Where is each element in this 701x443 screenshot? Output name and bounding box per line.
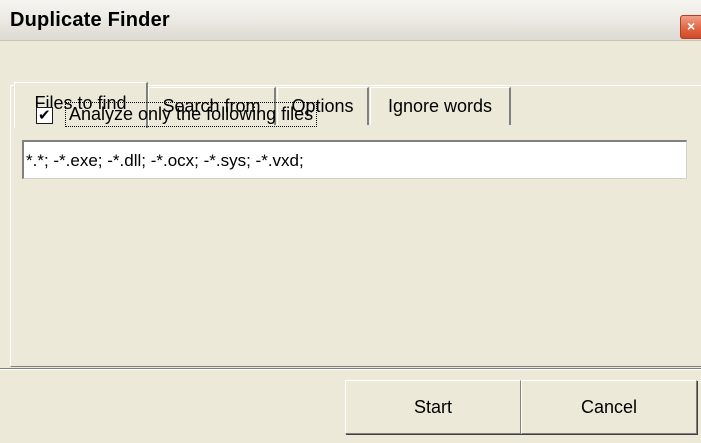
analyze-only-checkbox[interactable]: ✔	[36, 106, 53, 124]
start-button[interactable]: Start	[345, 380, 521, 434]
cancel-button[interactable]: Cancel	[521, 380, 697, 434]
analyze-only-label[interactable]: Analyze only the following files	[65, 102, 318, 127]
window-title: Duplicate Finder	[10, 9, 170, 31]
close-icon: ×	[687, 18, 696, 34]
checkmark-icon: ✔	[38, 106, 51, 124]
title-bar[interactable]: Duplicate Finder ×	[0, 0, 701, 41]
button-area-divider	[0, 368, 701, 370]
duplicate-finder-window: Duplicate Finder × Files to find Search …	[0, 0, 701, 443]
tab-strip: Files to find Search from Options Ignore…	[0, 40, 701, 128]
close-button[interactable]: ×	[680, 15, 701, 39]
file-mask-input[interactable]	[22, 140, 687, 179]
